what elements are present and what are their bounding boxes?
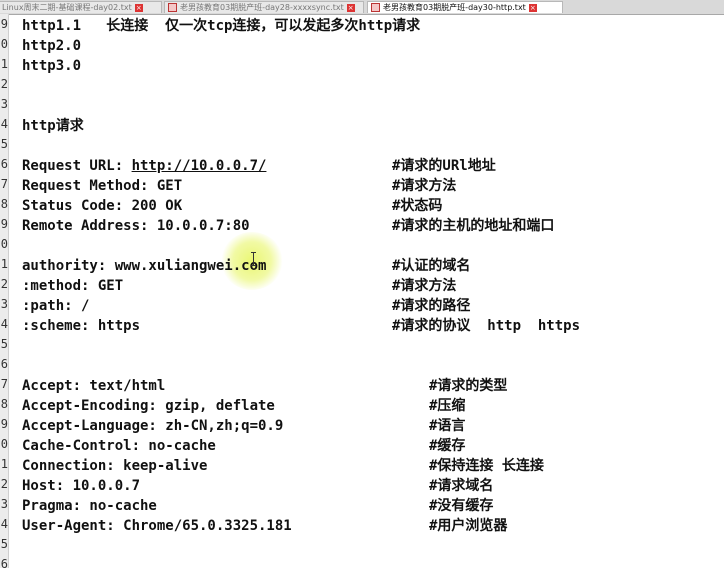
comment: #保持连接 长连接 [429,458,544,474]
comment: #状态码 [392,198,443,214]
text-line: Request URL: http://10.0.0.7/ [22,156,266,176]
section-heading: http请求 [22,118,84,134]
line-number-gutter: 9 0 1 2 3 4 5 6 7 8 9 0 1 2 3 4 5 6 7 8 … [0,14,9,568]
line-number: 8 [0,197,8,211]
close-icon[interactable]: × [346,3,355,12]
line-number: 2 [0,477,8,491]
line-number: 8 [0,397,8,411]
text-line: http3.0 [22,58,82,74]
comment: #没有缓存 [429,498,494,514]
text-line: :method: GET [22,278,124,294]
line-number: 7 [0,377,8,391]
text-line: Accept: text/html [22,378,166,394]
line-number: 3 [0,97,8,111]
tab-label: 老男孩教育03期脱产班-day30-http.txt [383,3,526,12]
line-number: 4 [0,117,8,131]
comment: #请求的类型 [429,378,508,394]
text-line: authority: www.xuliangwei.com [22,258,267,274]
text-line: Connection: keep-alive [22,458,208,474]
line-number: 1 [0,257,8,271]
line-number: 4 [0,317,8,331]
comment: #请求方法 [392,278,457,294]
line-number: 0 [0,437,8,451]
text-line: Remote Address: 10.0.0.7:80 [22,218,250,234]
tab-day28[interactable]: 老男孩教育03期脱产班-day28-xxxxsync.txt × [164,1,364,13]
request-url-label: Request URL: [22,158,132,174]
text-line: Cache-Control: no-cache [22,438,216,454]
line-number: 0 [0,237,8,251]
tab-label: Linux周末二期-基础课程-day02.txt [2,3,132,12]
comment: #语言 [429,418,466,434]
comment: #请求域名 [429,478,494,494]
text-line: Status Code: 200 OK [22,198,183,214]
editor-tab-bar: Linux周末二期-基础课程-day02.txt × 老男孩教育03期脱产班-d… [0,0,724,15]
text-line: Accept-Language: zh-CN,zh;q=0.9 [22,418,284,434]
file-icon [371,3,380,12]
text-line: :scheme: https [22,318,141,334]
line-number: 0 [0,37,8,51]
line-number: 1 [0,57,8,71]
line-number: 5 [0,337,8,351]
comment: #请求的URl地址 [392,158,496,174]
file-icon [168,3,177,12]
text-line: Request Method: GET [22,178,183,194]
line-number: 6 [0,157,8,171]
comment: #请求的路径 [392,298,471,314]
comment: #请求方法 [392,178,457,194]
text-line: :path: / [22,298,90,314]
comment: #缓存 [429,438,466,454]
line-number: 9 [0,17,8,31]
line-number: 4 [0,517,8,531]
comment: #请求的主机的地址和端口 [392,218,555,234]
text-line: Host: 10.0.0.7 [22,478,141,494]
text-line: Pragma: no-cache [22,498,157,514]
line-number: 9 [0,417,8,431]
comment: #压缩 [429,398,466,414]
text-line: User-Agent: Chrome/65.0.3325.181 [22,518,292,534]
tab-day30-http[interactable]: 老男孩教育03期脱产班-day30-http.txt × [367,1,563,13]
line-number: 3 [0,497,8,511]
line-number: 6 [0,357,8,371]
line-number: 2 [0,277,8,291]
line-number: 5 [0,537,8,551]
line-number: 1 [0,457,8,471]
request-url-link[interactable]: http://10.0.0.7/ [132,158,267,174]
close-icon[interactable]: × [528,3,537,12]
line-number: 3 [0,297,8,311]
comment: #用户浏览器 [429,518,508,534]
comment: #请求的协议 http https [392,318,581,334]
line-number: 7 [0,177,8,191]
i-beam-cursor-icon [251,252,257,266]
line-number: 9 [0,217,8,231]
text-line: http2.0 [22,38,82,54]
line-number: 5 [0,137,8,151]
text-editor[interactable]: http1.1 长连接 仅一次tcp连接，可以发起多次http请求 http2.… [9,14,724,568]
line-number: 2 [0,77,8,91]
comment: #认证的域名 [392,258,471,274]
line-number: 6 [0,557,8,568]
text-line: http1.1 长连接 仅一次tcp连接，可以发起多次http请求 [22,18,421,34]
close-icon[interactable]: × [134,3,143,12]
tab-label: 老男孩教育03期脱产班-day28-xxxxsync.txt [180,3,344,12]
tab-day02[interactable]: Linux周末二期-基础课程-day02.txt × [0,1,162,13]
text-line: Accept-Encoding: gzip, deflate [22,398,275,414]
